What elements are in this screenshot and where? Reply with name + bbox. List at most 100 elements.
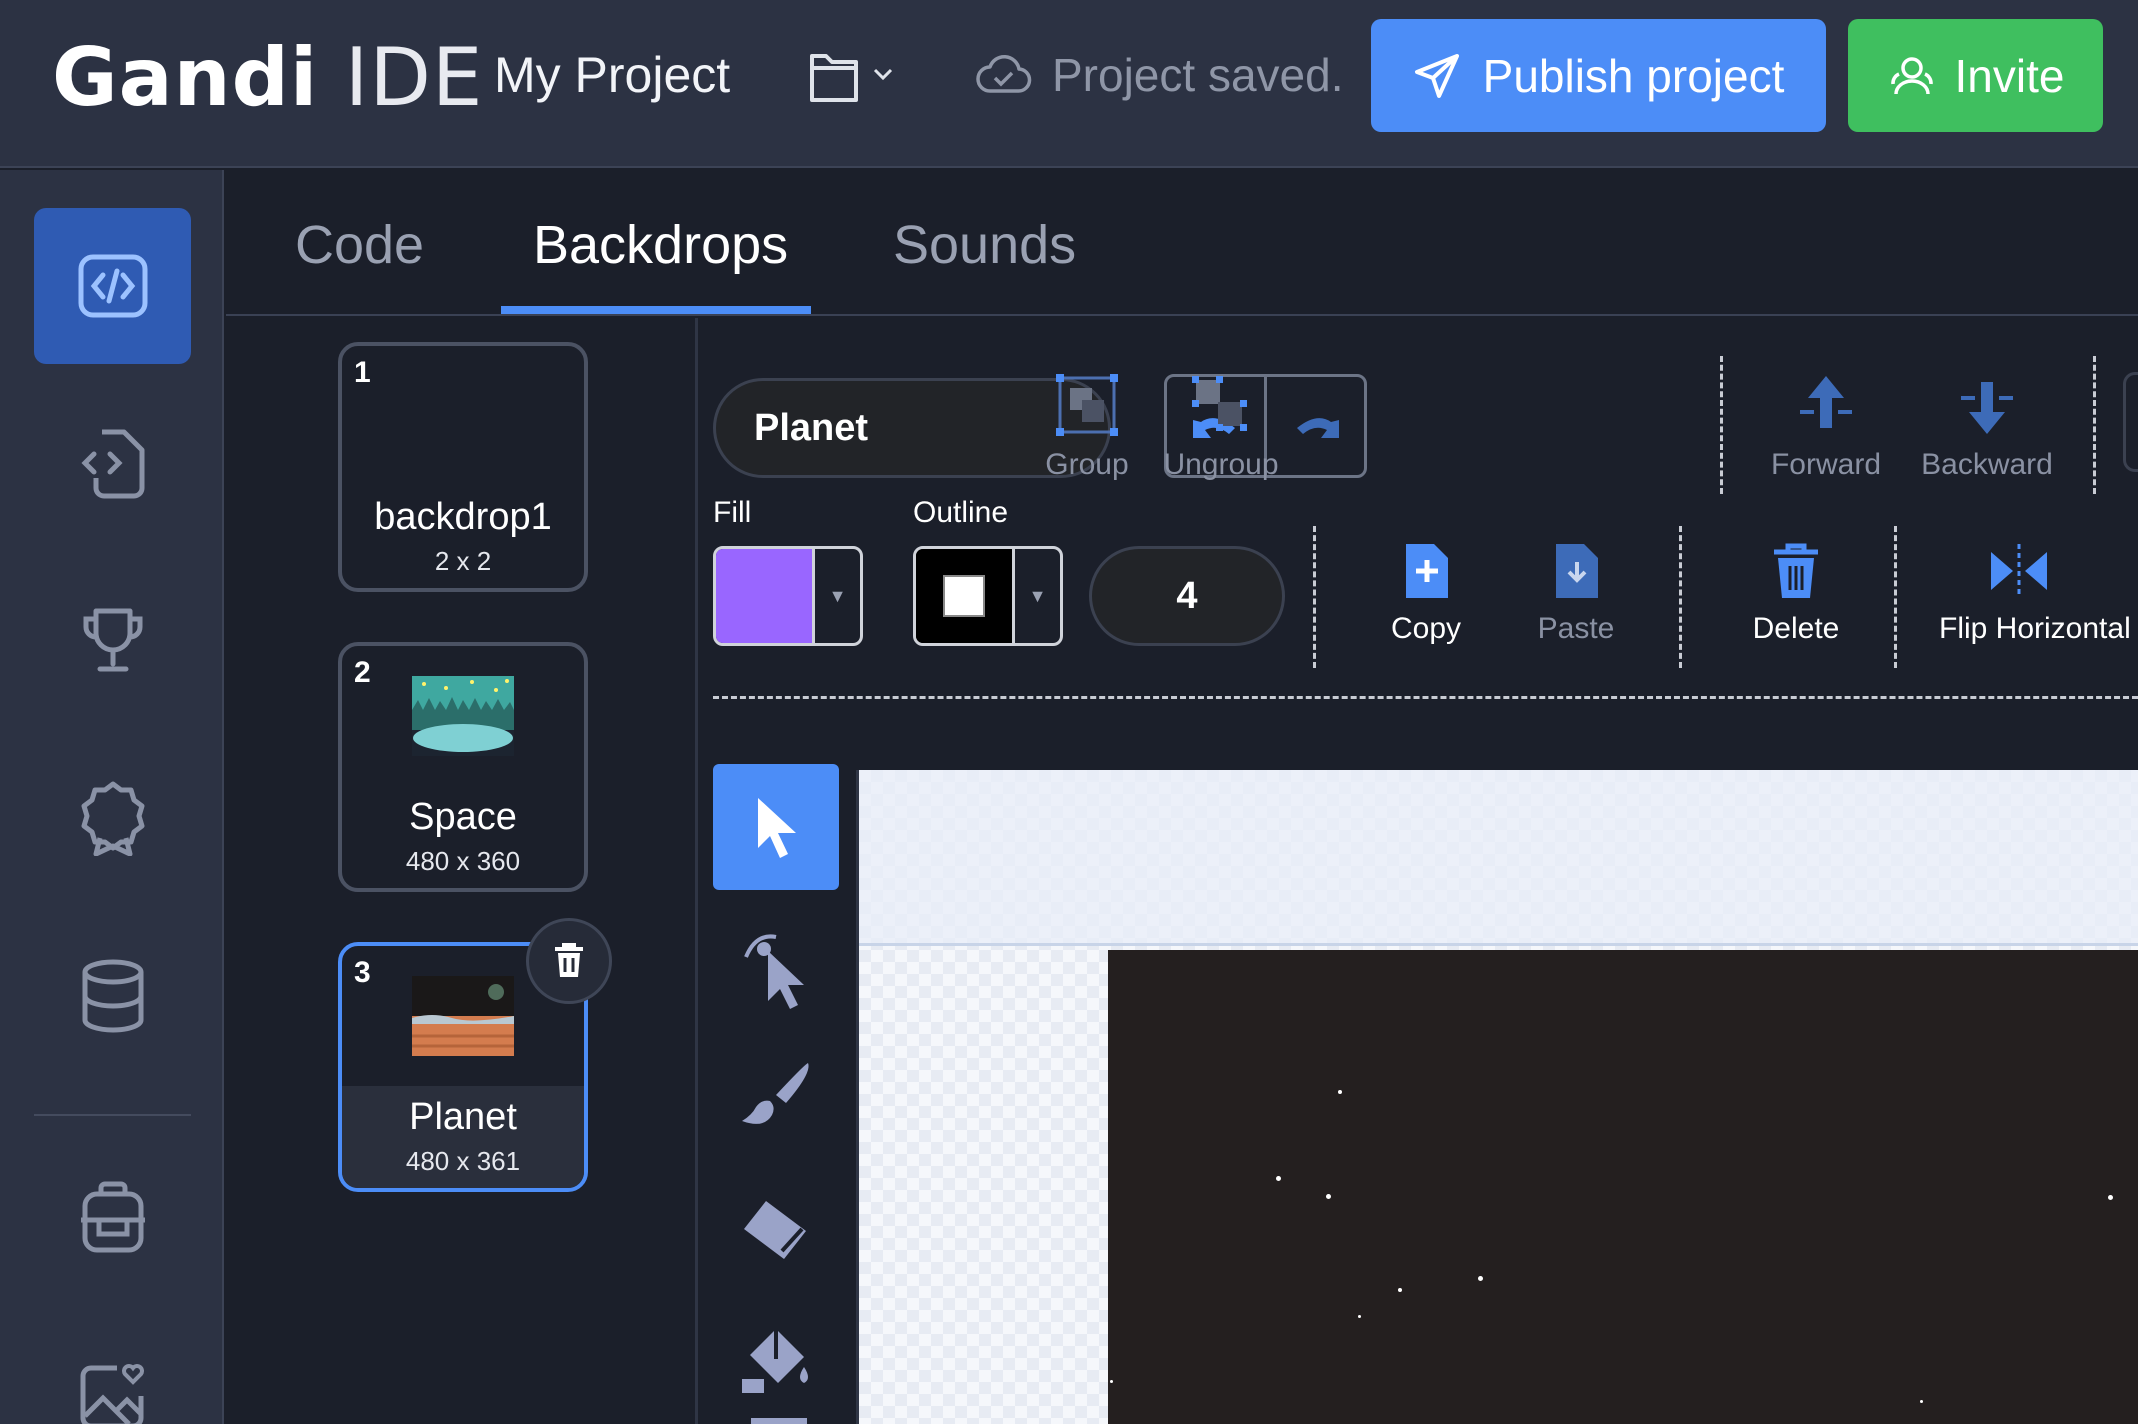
project-menu-button[interactable]	[808, 46, 908, 106]
brush-tool-button[interactable]	[713, 1034, 839, 1160]
backdrop-number: 3	[354, 956, 371, 989]
backdrop-name: Planet	[409, 1096, 517, 1138]
rail-divider	[34, 1114, 191, 1116]
save-status: Project saved.	[974, 44, 1343, 106]
backdrop-size: 2 x 2	[434, 546, 492, 576]
arrow-down-icon	[1961, 382, 2013, 434]
rail-code-editor[interactable]	[34, 208, 191, 364]
ungroup-icon	[1192, 376, 1247, 431]
flip-horizontal-button[interactable]: Flip Horizontal	[1939, 540, 2138, 646]
database-icon	[82, 959, 143, 1033]
badge-icon	[81, 781, 144, 856]
paint-editor: Planet Group Ungroup Forward Backward Fi…	[701, 318, 2138, 1424]
flip-horizontal-icon	[1991, 544, 2047, 598]
copy-icon	[1406, 544, 1448, 598]
fill-dropdown-arrow: ▼	[812, 549, 860, 643]
more-options-button[interactable]	[2123, 372, 2138, 472]
backdrop-list: 1 backdrop1 2 x 2 2 Space 480 x 360 3 Pl…	[226, 318, 698, 1424]
rail-achievements[interactable]	[34, 562, 191, 718]
eraser-icon	[744, 1201, 806, 1259]
gandi-ide-window: { "header": { "logo_bold": "Gandi", "log…	[0, 0, 2138, 1424]
backdrop-size: 480 x 360	[405, 846, 521, 876]
outline-inner-square	[943, 575, 985, 617]
outline-label: Outline	[913, 496, 1009, 529]
toolbar-separator	[1894, 526, 1897, 668]
brush-icon	[742, 1063, 809, 1124]
star-dot	[1398, 1288, 1402, 1292]
toolbar-separator	[1720, 356, 1723, 494]
ungroup-button[interactable]: Ungroup	[1156, 372, 1286, 482]
outline-color-button[interactable]: ▼	[913, 546, 1063, 646]
paste-button[interactable]: Paste	[1521, 540, 1631, 646]
star-dot	[1326, 1194, 1331, 1199]
backdrop-number: 2	[354, 656, 371, 689]
invite-button[interactable]: Invite	[1848, 19, 2103, 132]
paint-canvas[interactable]	[856, 770, 2138, 1424]
rail-assets[interactable]	[34, 1318, 191, 1424]
favorite-image-icon	[80, 1364, 144, 1424]
backdrop-name: Space	[409, 796, 517, 838]
reshape-tool-button[interactable]	[713, 906, 839, 1032]
backdrop-item[interactable]: 2 Space 480 x 360	[338, 642, 588, 892]
invite-label: Invite	[1954, 49, 2065, 102]
group-button[interactable]: Group	[1035, 372, 1139, 482]
paste-icon	[1556, 544, 1598, 598]
fill-color-button[interactable]: ▼	[713, 546, 863, 646]
send-icon	[1414, 53, 1459, 98]
editor-tabs: Code Backdrops Sounds	[226, 170, 2138, 316]
forward-button[interactable]: Forward	[1764, 372, 1888, 482]
star-dot	[1478, 1276, 1483, 1281]
publish-project-label: Publish project	[1482, 49, 1785, 102]
group-label: Group	[1045, 448, 1129, 481]
star-dot	[1110, 1380, 1113, 1383]
outline-color-swatch	[916, 549, 1012, 643]
backward-button[interactable]: Backward	[1910, 372, 2064, 482]
top-bar: Gandi IDE My Project Project saved. Publ…	[0, 0, 2138, 168]
copy-label: Copy	[1390, 612, 1462, 645]
copy-button[interactable]: Copy	[1371, 540, 1481, 646]
rail-backpack[interactable]	[34, 1140, 191, 1296]
rail-data[interactable]	[34, 918, 191, 1074]
fill-label: Fill	[713, 496, 752, 529]
delete-label: Delete	[1752, 612, 1840, 645]
tab-backdrops[interactable]: Backdrops	[533, 212, 788, 278]
trash-icon	[1774, 543, 1818, 598]
publish-project-button[interactable]: Publish project	[1371, 19, 1826, 132]
left-rail	[0, 170, 224, 1424]
flip-horizontal-label: Flip Horizontal	[1939, 612, 2131, 645]
delete-backdrop-button[interactable]	[526, 918, 612, 1004]
arrow-up-icon	[1800, 376, 1852, 428]
toolbar-separator	[2093, 356, 2096, 494]
backdrop-name: backdrop1	[374, 496, 552, 538]
rail-extensions[interactable]	[34, 386, 191, 542]
reshape-icon	[744, 934, 804, 1009]
fill-icon	[742, 1325, 808, 1393]
backdrop-image	[1108, 950, 2138, 1424]
logo-light-text: IDE	[344, 31, 484, 124]
fill-tool-button[interactable]	[713, 1296, 839, 1422]
save-status-text: Project saved.	[1052, 49, 1344, 101]
star-dot	[1276, 1176, 1281, 1181]
delete-shape-button[interactable]: Delete	[1736, 540, 1856, 646]
eraser-tool-button[interactable]	[713, 1166, 839, 1292]
trash-icon	[555, 943, 583, 977]
backdrop-item[interactable]: 1 backdrop1 2 x 2	[338, 342, 588, 592]
outline-width-input[interactable]: 4	[1089, 546, 1285, 646]
logo-bold-text: Gandi	[52, 31, 319, 124]
select-tool-button[interactable]	[713, 764, 839, 890]
tab-code[interactable]: Code	[295, 212, 424, 278]
backdrop-size: 480 x 361	[405, 1146, 521, 1176]
backdrop-thumbnail	[412, 676, 514, 756]
rail-badges[interactable]	[34, 740, 191, 896]
backdrop-thumbnail	[412, 976, 514, 1056]
backdrop-number: 1	[354, 356, 371, 389]
active-tab-indicator	[501, 306, 811, 314]
tab-sounds[interactable]: Sounds	[893, 212, 1076, 278]
backward-label: Backward	[1921, 448, 2053, 481]
star-dot	[1358, 1315, 1361, 1318]
canvas-margin-area	[859, 770, 2138, 946]
project-name[interactable]: My Project	[494, 44, 730, 106]
fill-color-swatch	[716, 549, 812, 643]
trophy-icon	[83, 608, 142, 672]
star-dot	[2108, 1195, 2113, 1200]
